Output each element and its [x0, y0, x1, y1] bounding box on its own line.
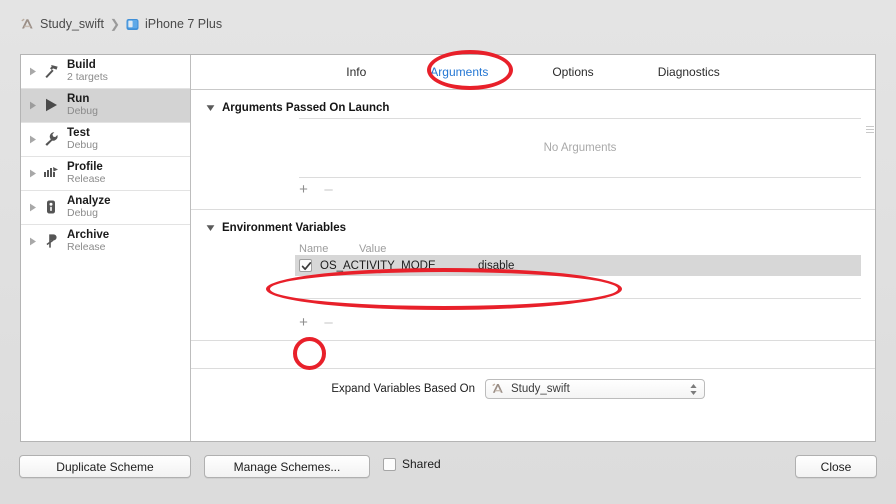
breadcrumb-scheme-label: Study_swift [40, 17, 104, 31]
sidebar-item-run-subtitle: Debug [67, 105, 98, 118]
iphone-device-icon [125, 17, 140, 32]
sidebar-item-test-title: Test [67, 126, 90, 139]
sidebar-item-test-text: Test Debug [67, 127, 98, 151]
sidebar-item-analyze[interactable]: Analyze Debug [21, 191, 190, 224]
environment-variable-name[interactable]: OS_ACTIVITY_MODE [320, 260, 478, 272]
vertical-scrollbar[interactable] [866, 125, 874, 139]
sidebar-item-analyze-text: Analyze Debug [67, 195, 110, 219]
tab-diagnostics[interactable]: Diagnostics [626, 65, 752, 79]
arguments-empty-label: No Arguments [543, 142, 617, 154]
sidebar-item-build[interactable]: Build 2 targets [21, 55, 190, 88]
disclosure-triangle-icon[interactable] [27, 101, 39, 110]
add-environment-variable-button[interactable]: + [295, 314, 312, 331]
sidebar-item-analyze-subtitle: Debug [67, 207, 98, 220]
scheme-detail-pane: Info Arguments Options Diagnostics Argum… [191, 55, 875, 441]
tab-bar: Info Arguments Options Diagnostics [191, 55, 875, 90]
environment-variable-value[interactable]: disable [478, 260, 514, 272]
sidebar-item-test-subtitle: Debug [67, 139, 98, 152]
sidebar-item-run-text: Run Debug [67, 93, 98, 117]
sidebar-item-build-text: Build 2 targets [67, 59, 108, 83]
disclosure-triangle-down-icon[interactable] [205, 103, 216, 114]
close-button[interactable]: Close [795, 455, 877, 478]
sidebar-item-profile-text: Profile Release [67, 161, 106, 185]
expand-variables-popup-button[interactable]: Study_swift [485, 379, 705, 399]
expand-variables-selected-value: Study_swift [511, 383, 570, 395]
sidebar-item-run-title: Run [67, 92, 90, 105]
arguments-section-header[interactable]: Arguments Passed On Launch [191, 90, 875, 118]
sidebar-item-profile-subtitle: Release [67, 173, 106, 186]
environment-section-title: Environment Variables [222, 222, 346, 234]
duplicate-scheme-button[interactable]: Duplicate Scheme [19, 455, 191, 478]
microscope-icon [41, 198, 61, 216]
tab-options[interactable]: Options [520, 65, 625, 79]
breadcrumb-scheme[interactable]: Study_swift [20, 17, 104, 32]
xcode-app-icon [491, 382, 506, 397]
scheme-actions-sidebar: Build 2 targets Run Debug Test Debug Pro… [21, 55, 191, 441]
expand-variables-row: Expand Variables Based On Study_swift [191, 369, 875, 409]
breadcrumb-destination[interactable]: iPhone 7 Plus [125, 17, 222, 32]
sidebar-item-run[interactable]: Run Debug [21, 89, 190, 122]
archive-icon [41, 232, 61, 250]
sidebar-item-build-title: Build [67, 58, 96, 71]
shared-checkbox[interactable] [383, 457, 396, 471]
sidebar-item-profile-title: Profile [67, 160, 103, 173]
shared-label: Shared [402, 457, 441, 471]
disclosure-triangle-icon[interactable] [27, 237, 39, 246]
disclosure-triangle-icon[interactable] [27, 67, 39, 76]
hammer-icon [41, 62, 61, 80]
breadcrumb-bar: Study_swift ❯ iPhone 7 Plus [0, 0, 896, 48]
sidebar-item-profile[interactable]: Profile Release [21, 157, 190, 190]
sidebar-item-analyze-title: Analyze [67, 194, 111, 207]
gauge-icon [41, 164, 61, 182]
add-argument-button[interactable]: + [295, 181, 312, 198]
environment-column-headers: Name Value [191, 238, 875, 255]
environment-table-controls: + – [191, 311, 875, 333]
chevron-updown-icon[interactable] [687, 381, 700, 397]
manage-schemes-button[interactable]: Manage Schemes... [204, 455, 370, 478]
tab-arguments[interactable]: Arguments [398, 65, 520, 79]
sidebar-item-archive-subtitle: Release [67, 241, 106, 254]
arguments-empty-table[interactable]: No Arguments [299, 118, 861, 178]
xcode-app-icon [20, 17, 35, 32]
sidebar-item-test[interactable]: Test Debug [21, 123, 190, 156]
scheme-panel: Build 2 targets Run Debug Test Debug Pro… [20, 54, 876, 442]
environment-empty-rows[interactable] [295, 276, 861, 299]
shared-checkbox-group[interactable]: Shared [383, 457, 441, 471]
remove-argument-button[interactable]: – [320, 181, 337, 198]
table-row[interactable]: OS_ACTIVITY_MODE disable [295, 255, 861, 276]
environment-section-header[interactable]: Environment Variables [191, 210, 875, 238]
play-icon [41, 96, 61, 114]
disclosure-triangle-icon[interactable] [27, 135, 39, 144]
disclosure-triangle-down-icon[interactable] [205, 223, 216, 234]
arguments-table-controls: + – [191, 178, 875, 200]
disclosure-triangle-icon[interactable] [27, 203, 39, 212]
sidebar-item-archive-text: Archive Release [67, 229, 109, 253]
wrench-icon [41, 130, 61, 148]
breadcrumb-separator: ❯ [109, 17, 120, 31]
sidebar-item-build-subtitle: 2 targets [67, 71, 108, 84]
tab-info[interactable]: Info [314, 65, 398, 79]
environment-variable-checkbox[interactable] [299, 259, 312, 272]
column-header-name: Name [299, 243, 329, 255]
arguments-section-title: Arguments Passed On Launch [222, 102, 390, 114]
breadcrumb-destination-label: iPhone 7 Plus [144, 17, 223, 31]
sidebar-item-archive[interactable]: Archive Release [21, 225, 190, 258]
sidebar-item-archive-title: Archive [67, 228, 110, 241]
scheme-scroll-area: Arguments Passed On Launch No Arguments … [191, 90, 875, 441]
disclosure-triangle-icon[interactable] [27, 169, 39, 178]
expand-variables-label: Expand Variables Based On [331, 383, 475, 395]
section-divider [191, 340, 875, 341]
dialog-footer: Duplicate Scheme Manage Schemes... Share… [0, 444, 896, 504]
column-header-value: Value [359, 243, 387, 255]
remove-environment-variable-button[interactable]: – [320, 314, 337, 331]
scheme-editor-window: Study_swift ❯ iPhone 7 Plus Build 2 targ… [0, 0, 896, 504]
